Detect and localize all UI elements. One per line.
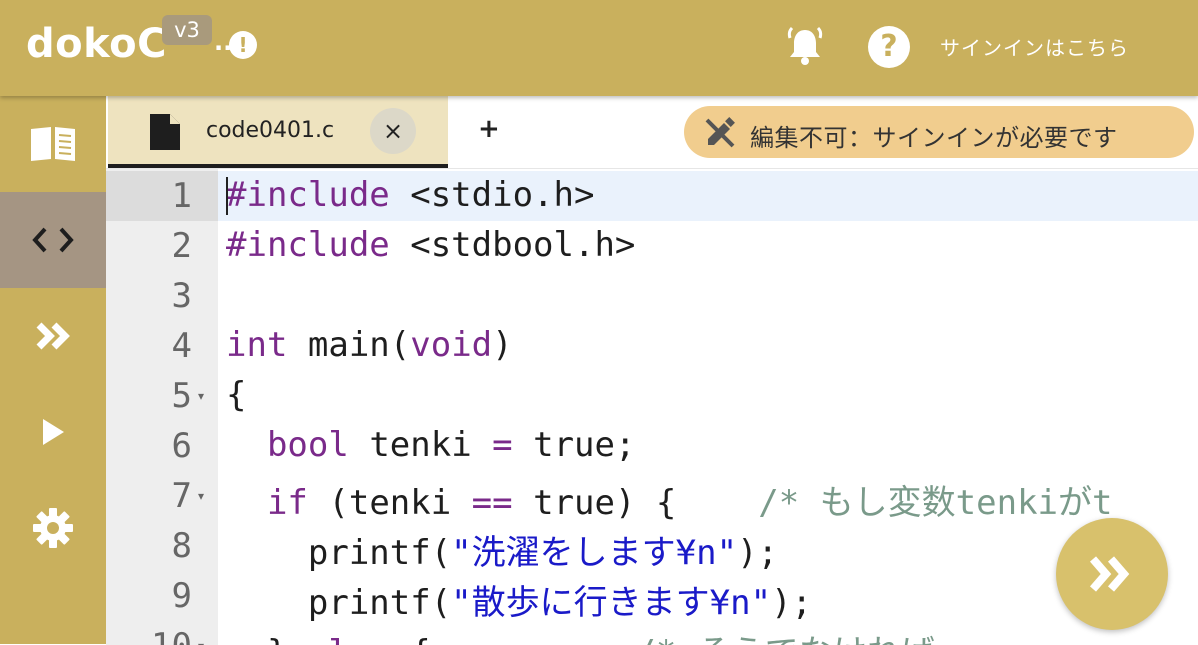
close-tab-button[interactable]: × (370, 108, 416, 154)
line-number: 9 (171, 576, 192, 616)
help-icon[interactable]: ? (868, 26, 910, 68)
readonly-text: 編集不可：サインインが必要です (750, 124, 1118, 152)
code-line[interactable]: 4 int main(void) (106, 321, 1198, 371)
sidebar (0, 96, 106, 644)
bell-icon[interactable] (786, 26, 824, 66)
file-icon (150, 114, 180, 150)
double-chevron-icon (36, 322, 70, 350)
play-icon (43, 419, 64, 445)
line-number: 6 (171, 426, 192, 466)
code-line[interactable]: 3 (106, 271, 1198, 321)
sidebar-item-settings[interactable] (0, 480, 106, 576)
code-text: #include <stdio.h> (226, 175, 595, 215)
code-line[interactable]: 1 #include <stdio.h> (106, 171, 1198, 221)
code-text: bool tenki = true; (266, 425, 636, 465)
line-number: 8 (171, 526, 192, 566)
sidebar-item-docs[interactable] (0, 96, 106, 192)
signin-link[interactable]: サインインはこちら (940, 32, 1129, 61)
code-text: printf("散歩に行きます¥n"); (226, 583, 813, 623)
code-text: } else { /* そうでなければ (226, 625, 935, 645)
sidebar-item-editor[interactable] (0, 192, 106, 288)
readonly-notice: 編集不可：サインインが必要です (684, 106, 1194, 158)
line-number: 10 (106, 626, 192, 645)
line-number: 4 (171, 326, 192, 366)
code-text: { (226, 375, 247, 415)
add-tab-button[interactable]: + (478, 114, 500, 144)
code-line[interactable]: 9 printf("散歩に行きます¥n"); (106, 571, 1198, 623)
code-line[interactable]: 6 bool tenki = true; (106, 421, 1198, 471)
alert-icon[interactable]: ! (229, 31, 257, 59)
line-number: 1 (171, 176, 192, 216)
sidebar-item-run[interactable] (0, 384, 106, 480)
line-number: 2 (171, 226, 192, 266)
double-chevron-icon (1089, 556, 1130, 592)
version-badge: v3 (162, 15, 212, 45)
fold-toggle[interactable]: ▾ (198, 639, 204, 645)
app-header: dokoC v3 .. ! ? サインインはこちら (0, 0, 1198, 96)
tab-file[interactable]: code0401.c × (108, 96, 448, 168)
code-text: #include <stdbool.h> (226, 225, 636, 265)
code-line[interactable]: 8 printf("洗濯をします¥n"); (106, 521, 1198, 573)
line-number: 3 (171, 276, 192, 316)
code-icon (32, 227, 74, 253)
gear-icon (33, 508, 73, 548)
tab-label: code0401.c (206, 118, 335, 143)
line-number: 5 (171, 376, 192, 416)
edit-off-icon (705, 117, 735, 148)
code-line[interactable]: 2 #include <stdbool.h> (106, 221, 1198, 271)
fold-toggle[interactable]: ▾ (198, 489, 204, 503)
code-line[interactable]: 5 ▾ { (106, 371, 1198, 421)
tab-bar: code0401.c × + 編集不可：サインインが必要です (106, 96, 1198, 168)
code-line[interactable]: 7 ▾ if (tenki == true) { /* もし変数tenkiがt (106, 471, 1198, 523)
code-line[interactable]: 10 ▾ } else { /* そうでなければ (106, 621, 1198, 645)
sidebar-item-next[interactable] (0, 288, 106, 384)
app-logo[interactable]: dokoC (26, 18, 167, 70)
line-number: 7 (171, 476, 192, 516)
fold-toggle[interactable]: ▾ (198, 389, 204, 403)
run-fab-button[interactable] (1056, 518, 1168, 630)
book-icon (31, 127, 75, 161)
code-text: int main(void) (226, 325, 513, 365)
text-cursor (226, 177, 228, 215)
code-text: if (tenki == true) { /* もし変数tenkiがt (266, 483, 1113, 523)
code-text: printf("洗濯をします¥n"); (226, 533, 779, 573)
code-editor[interactable]: 1 #include <stdio.h> 2 #include <stdbool… (106, 168, 1198, 645)
